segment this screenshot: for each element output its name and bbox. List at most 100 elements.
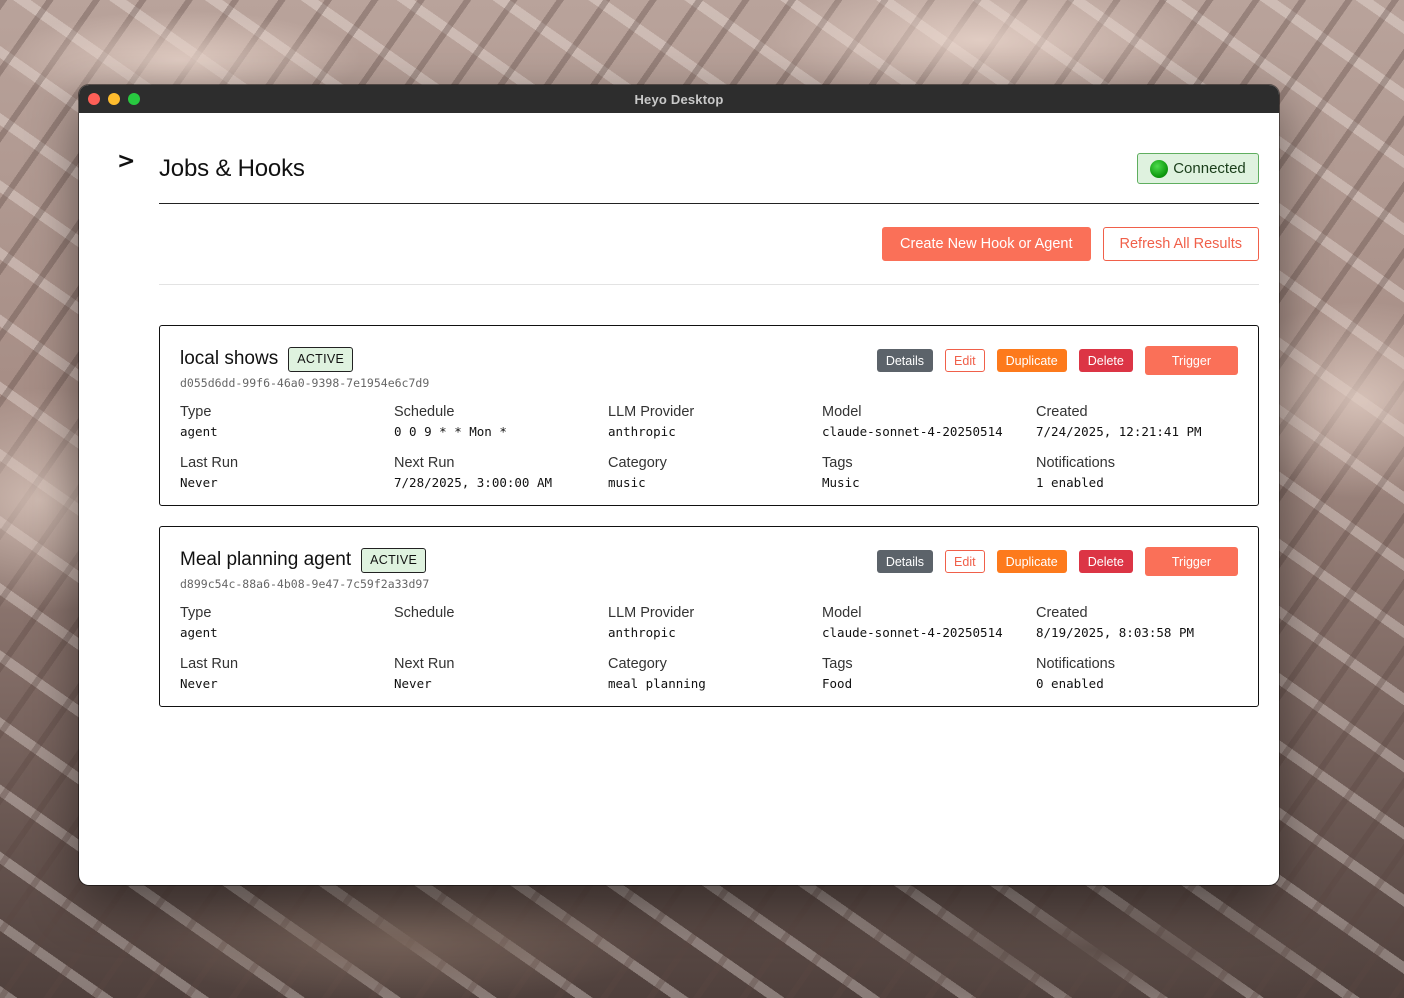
- field-category: Category music: [608, 455, 822, 492]
- connection-status-label: Connected: [1173, 160, 1246, 177]
- field-label: LLM Provider: [608, 605, 695, 621]
- field-last-run: Last Run Never: [180, 455, 394, 492]
- field-schedule: Schedule 0 0 9 * * Mon *: [394, 404, 608, 441]
- maximize-window-button[interactable]: [128, 93, 140, 105]
- field-label: Model: [822, 605, 862, 621]
- field-created: Created 7/24/2025, 12:21:41 PM: [1036, 404, 1250, 441]
- connection-status-badge: Connected: [1137, 153, 1259, 184]
- field-next-run: Next Run Never: [394, 656, 608, 693]
- edit-button[interactable]: Edit: [945, 349, 985, 372]
- window-title: Heyo Desktop: [634, 91, 724, 107]
- field-label: Type: [180, 605, 212, 621]
- field-value: Music: [822, 475, 860, 490]
- job-actions: Details Edit Duplicate Delete Trigger: [876, 547, 1238, 576]
- field-label: Model: [822, 404, 862, 420]
- trigger-button[interactable]: Trigger: [1144, 547, 1238, 576]
- edit-button[interactable]: Edit: [945, 550, 985, 573]
- field-created: Created 8/19/2025, 8:03:58 PM: [1036, 605, 1250, 642]
- field-value: 7/28/2025, 3:00:00 AM: [394, 475, 553, 490]
- field-value: 1 enabled: [1036, 475, 1104, 490]
- field-label: Tags: [822, 455, 853, 471]
- field-last-run: Last Run Never: [180, 656, 394, 693]
- app-window: Heyo Desktop > Jobs & Hooks Connected Cr…: [79, 85, 1279, 885]
- job-fields: Type agent Schedule LLM Provider anthrop…: [180, 605, 1238, 693]
- field-label: Notifications: [1036, 656, 1115, 672]
- sidebar-toggle-icon[interactable]: >: [117, 149, 135, 174]
- title-bar: Heyo Desktop: [79, 85, 1279, 113]
- field-value: Never: [180, 475, 218, 490]
- field-value: anthropic: [608, 625, 676, 640]
- field-llm-provider: LLM Provider anthropic: [608, 404, 822, 441]
- field-label: Created: [1036, 404, 1088, 420]
- field-value: 0 0 9 * * Mon *: [394, 424, 507, 439]
- status-badge: ACTIVE: [361, 547, 427, 573]
- field-value: 8/19/2025, 8:03:58 PM: [1036, 625, 1195, 640]
- field-label: Tags: [822, 656, 853, 672]
- duplicate-button[interactable]: Duplicate: [996, 349, 1067, 372]
- field-label: Schedule: [394, 605, 455, 621]
- field-value: claude-sonnet-4-20250514: [822, 625, 1003, 640]
- page-title: Jobs & Hooks: [159, 155, 305, 182]
- details-button[interactable]: Details: [876, 550, 934, 573]
- window-controls: [88, 93, 140, 105]
- job-name: Meal planning agent: [180, 549, 352, 570]
- minimize-window-button[interactable]: [108, 93, 120, 105]
- job-id: d899c54c-88a6-4b08-9e47-7c59f2a33d97: [180, 577, 430, 591]
- field-next-run: Next Run 7/28/2025, 3:00:00 AM: [394, 455, 608, 492]
- status-dot-icon: [1150, 159, 1169, 178]
- refresh-results-button[interactable]: Refresh All Results: [1102, 227, 1259, 261]
- field-value: [394, 625, 608, 642]
- field-label: Schedule: [394, 404, 455, 420]
- toolbar: Create New Hook or Agent Refresh All Res…: [159, 204, 1259, 285]
- page-header: Jobs & Hooks Connected: [159, 113, 1259, 204]
- field-label: Notifications: [1036, 455, 1115, 471]
- field-model: Model claude-sonnet-4-20250514: [822, 605, 1036, 642]
- job-list: local shows ACTIVE d055d6dd-99f6-46a0-93…: [159, 285, 1259, 707]
- duplicate-button[interactable]: Duplicate: [996, 550, 1067, 573]
- field-label: LLM Provider: [608, 404, 695, 420]
- field-value: agent: [180, 625, 218, 640]
- app-content: > Jobs & Hooks Connected Create New Hook…: [79, 113, 1279, 885]
- field-label: Created: [1036, 605, 1088, 621]
- field-schedule: Schedule: [394, 605, 608, 642]
- trigger-button[interactable]: Trigger: [1144, 346, 1238, 375]
- field-value: Food: [822, 676, 853, 691]
- field-value: music: [608, 475, 646, 490]
- job-fields: Type agent Schedule 0 0 9 * * Mon * LLM …: [180, 404, 1238, 492]
- job-id: d055d6dd-99f6-46a0-9398-7e1954e6c7d9: [180, 376, 430, 390]
- field-llm-provider: LLM Provider anthropic: [608, 605, 822, 642]
- field-label: Next Run: [394, 455, 455, 471]
- field-type: Type agent: [180, 404, 394, 441]
- field-value: 7/24/2025, 12:21:41 PM: [1036, 424, 1202, 439]
- main-panel: Jobs & Hooks Connected Create New Hook o…: [159, 113, 1259, 727]
- field-notifications: Notifications 1 enabled: [1036, 455, 1250, 492]
- field-label: Category: [608, 656, 667, 672]
- field-value: claude-sonnet-4-20250514: [822, 424, 1003, 439]
- status-badge: ACTIVE: [288, 346, 354, 372]
- field-label: Last Run: [180, 455, 239, 471]
- field-value: Never: [394, 676, 432, 691]
- field-type: Type agent: [180, 605, 394, 642]
- field-tags: Tags Food: [822, 656, 1036, 693]
- close-window-button[interactable]: [88, 93, 100, 105]
- field-category: Category meal planning: [608, 656, 822, 693]
- field-tags: Tags Music: [822, 455, 1036, 492]
- field-label: Next Run: [394, 656, 455, 672]
- field-model: Model claude-sonnet-4-20250514: [822, 404, 1036, 441]
- create-hook-button[interactable]: Create New Hook or Agent: [882, 227, 1091, 261]
- job-card: local shows ACTIVE d055d6dd-99f6-46a0-93…: [159, 325, 1259, 506]
- field-value: agent: [180, 424, 218, 439]
- details-button[interactable]: Details: [876, 349, 934, 372]
- field-label: Category: [608, 455, 667, 471]
- field-value: 0 enabled: [1036, 676, 1104, 691]
- job-name: local shows: [180, 348, 279, 369]
- field-label: Last Run: [180, 656, 239, 672]
- field-label: Type: [180, 404, 212, 420]
- field-value: anthropic: [608, 424, 676, 439]
- field-value: Never: [180, 676, 218, 691]
- delete-button[interactable]: Delete: [1078, 550, 1133, 573]
- job-card: Meal planning agent ACTIVE d899c54c-88a6…: [159, 526, 1259, 707]
- delete-button[interactable]: Delete: [1078, 349, 1133, 372]
- job-actions: Details Edit Duplicate Delete Trigger: [876, 346, 1238, 375]
- field-notifications: Notifications 0 enabled: [1036, 656, 1250, 693]
